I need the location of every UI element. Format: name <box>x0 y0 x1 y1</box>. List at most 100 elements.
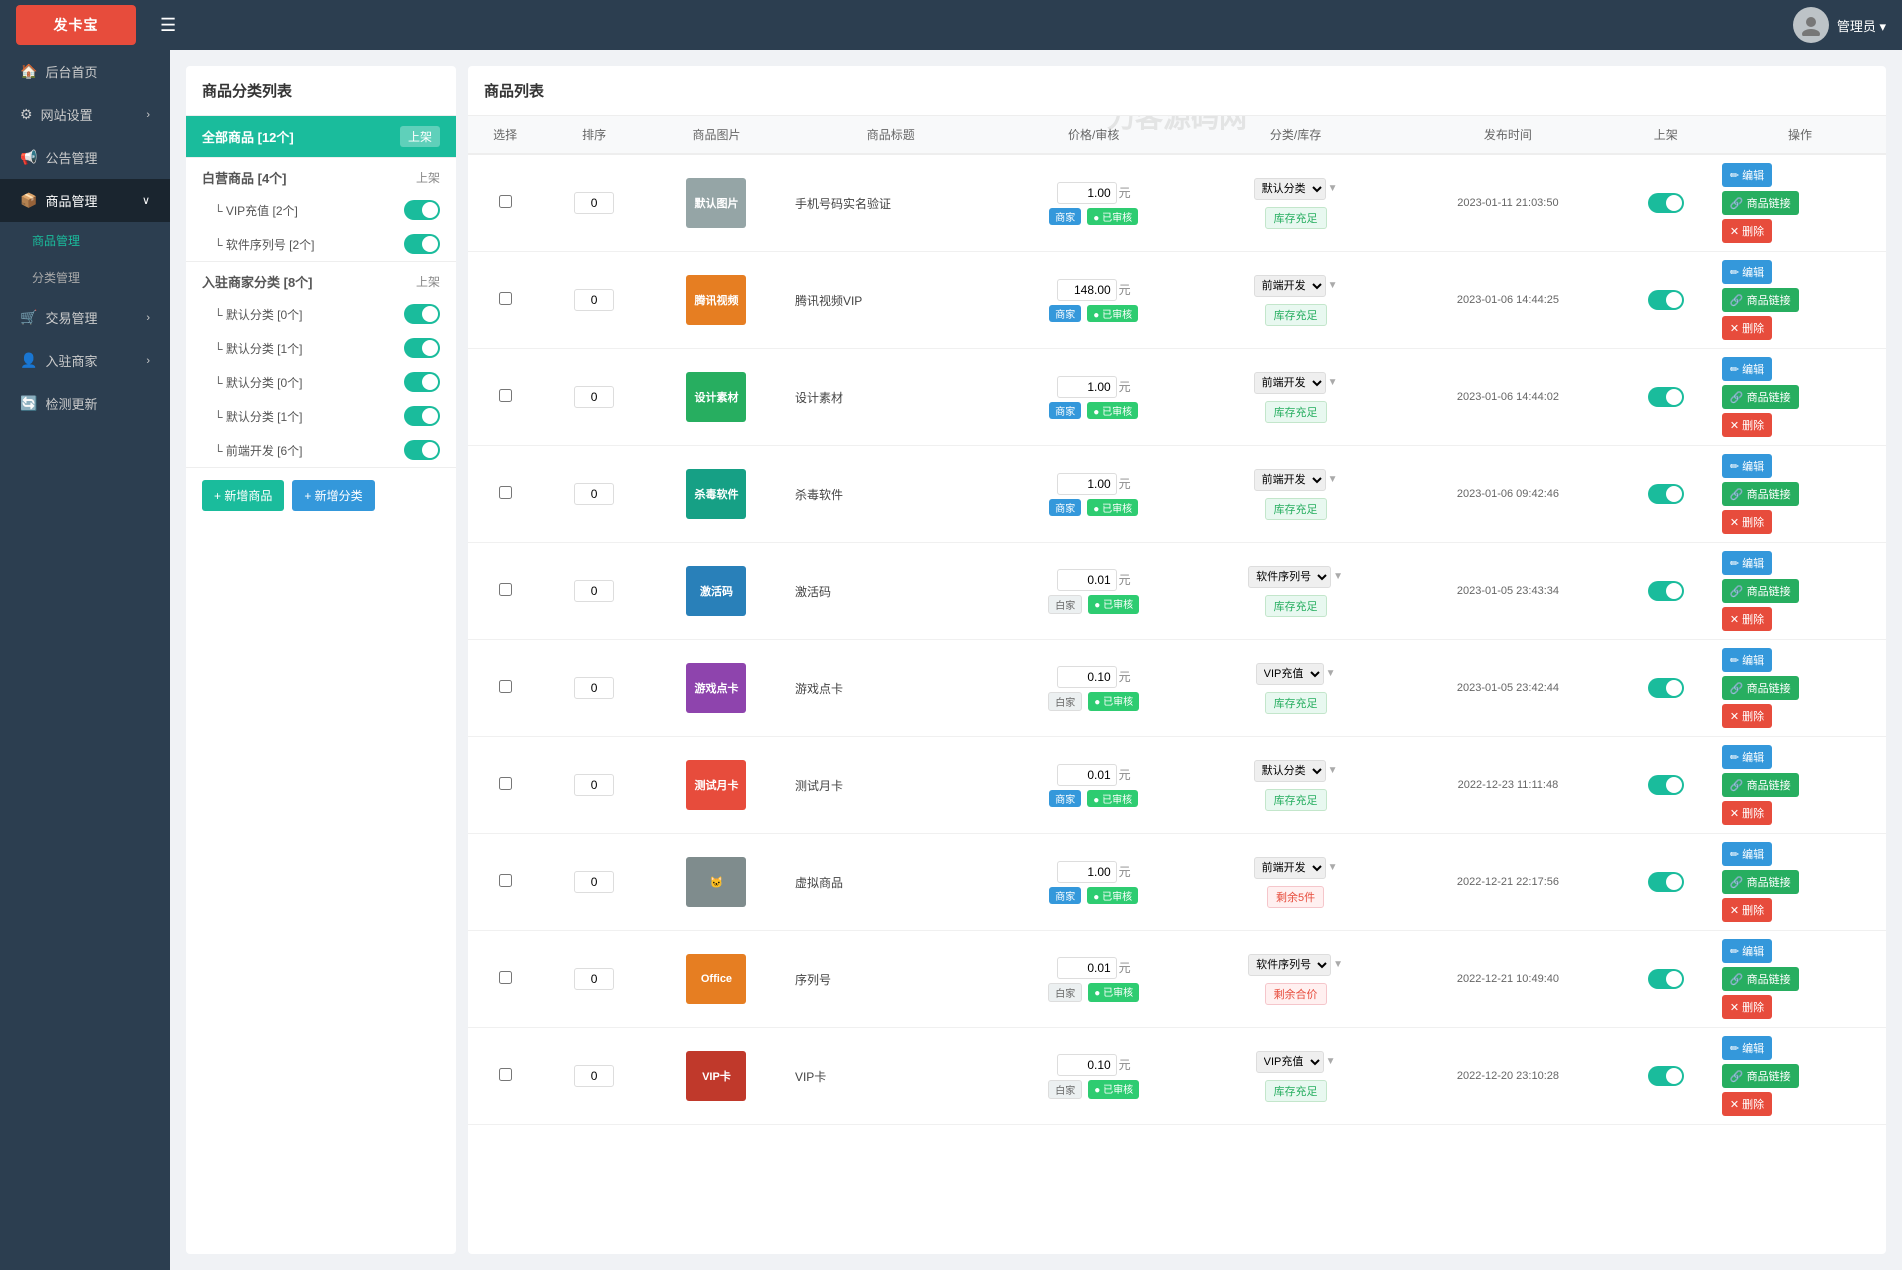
cat-select-8[interactable]: 软件序列号 <box>1248 954 1331 976</box>
price-input-4[interactable] <box>1057 569 1117 591</box>
cat-sub-default-1[interactable]: └ 默认分类 [1个] <box>186 331 456 365</box>
cat-sub-default-0[interactable]: └ 默认分类 [0个] <box>186 297 456 331</box>
toggle-serial[interactable] <box>404 234 440 254</box>
link-button-8[interactable]: 🔗 商品链接 <box>1722 967 1799 991</box>
edit-button-5[interactable]: ✏ 编辑 <box>1722 648 1772 672</box>
rank-input[interactable] <box>574 871 614 893</box>
rank-input[interactable] <box>574 774 614 796</box>
delete-button-0[interactable]: ✕ 删除 <box>1722 219 1772 243</box>
row-checkbox[interactable] <box>499 777 512 790</box>
toggle-default3[interactable] <box>404 406 440 426</box>
delete-button-3[interactable]: ✕ 删除 <box>1722 510 1772 534</box>
price-input-0[interactable] <box>1057 182 1117 204</box>
rank-input[interactable] <box>574 580 614 602</box>
sidebar-sub-category-manage[interactable]: 分类管理 <box>0 259 170 296</box>
link-button-3[interactable]: 🔗 商品链接 <box>1722 482 1799 506</box>
delete-button-1[interactable]: ✕ 删除 <box>1722 316 1772 340</box>
link-button-7[interactable]: 🔗 商品链接 <box>1722 870 1799 894</box>
cat-select-2[interactable]: 前端开发 <box>1254 372 1326 394</box>
row-checkbox[interactable] <box>499 971 512 984</box>
cat-select-9[interactable]: VIP充值 <box>1256 1051 1324 1073</box>
rank-input[interactable] <box>574 968 614 990</box>
row-checkbox[interactable] <box>499 874 512 887</box>
row-checkbox[interactable] <box>499 583 512 596</box>
row-checkbox[interactable] <box>499 680 512 693</box>
edit-button-1[interactable]: ✏ 编辑 <box>1722 260 1772 284</box>
row-checkbox[interactable] <box>499 389 512 402</box>
edit-button-0[interactable]: ✏ 编辑 <box>1722 163 1772 187</box>
link-button-1[interactable]: 🔗 商品链接 <box>1722 288 1799 312</box>
link-button-4[interactable]: 🔗 商品链接 <box>1722 579 1799 603</box>
toggle-active-7[interactable] <box>1648 872 1684 892</box>
toggle-active-1[interactable] <box>1648 290 1684 310</box>
link-button-6[interactable]: 🔗 商品链接 <box>1722 773 1799 797</box>
sidebar-item-product-mgmt[interactable]: 📦 商品管理 ∨ <box>0 179 170 222</box>
row-checkbox[interactable] <box>499 195 512 208</box>
cat-select-5[interactable]: VIP充值 <box>1256 663 1324 685</box>
cat-select-7[interactable]: 前端开发 <box>1254 857 1326 879</box>
price-input-2[interactable] <box>1057 376 1117 398</box>
cat-select-4[interactable]: 软件序列号 <box>1248 566 1331 588</box>
cat-select-6[interactable]: 默认分类 <box>1254 760 1326 782</box>
link-button-9[interactable]: 🔗 商品链接 <box>1722 1064 1799 1088</box>
cat-select-3[interactable]: 前端开发 <box>1254 469 1326 491</box>
price-input-8[interactable] <box>1057 957 1117 979</box>
sidebar-item-transaction[interactable]: 🛒 交易管理 › <box>0 296 170 339</box>
link-button-0[interactable]: 🔗 商品链接 <box>1722 191 1799 215</box>
rank-input[interactable] <box>574 289 614 311</box>
link-button-5[interactable]: 🔗 商品链接 <box>1722 676 1799 700</box>
admin-name[interactable]: 管理员 ▾ <box>1837 16 1886 35</box>
sidebar-item-settings[interactable]: ⚙ 网站设置 › <box>0 93 170 136</box>
toggle-active-8[interactable] <box>1648 969 1684 989</box>
link-button-2[interactable]: 🔗 商品链接 <box>1722 385 1799 409</box>
cat-select-1[interactable]: 前端开发 <box>1254 275 1326 297</box>
toggle-active-9[interactable] <box>1648 1066 1684 1086</box>
toggle-default2[interactable] <box>404 372 440 392</box>
cat-sub-default-2[interactable]: └ 默认分类 [0个] <box>186 365 456 399</box>
rank-input[interactable] <box>574 677 614 699</box>
delete-button-2[interactable]: ✕ 删除 <box>1722 413 1772 437</box>
row-checkbox[interactable] <box>499 292 512 305</box>
add-category-button[interactable]: + 新增分类 <box>292 480 374 511</box>
row-checkbox[interactable] <box>499 1068 512 1081</box>
hamburger-icon[interactable]: ☰ <box>152 11 184 40</box>
rank-input[interactable] <box>574 1065 614 1087</box>
price-input-9[interactable] <box>1057 1054 1117 1076</box>
edit-button-7[interactable]: ✏ 编辑 <box>1722 842 1772 866</box>
cat-item-all[interactable]: 全部商品 [12个] 上架 <box>186 116 456 157</box>
edit-button-6[interactable]: ✏ 编辑 <box>1722 745 1772 769</box>
price-input-3[interactable] <box>1057 473 1117 495</box>
rank-input[interactable] <box>574 192 614 214</box>
delete-button-8[interactable]: ✕ 删除 <box>1722 995 1772 1019</box>
sidebar-item-announcement[interactable]: 📢 公告管理 <box>0 136 170 179</box>
toggle-default0[interactable] <box>404 304 440 324</box>
toggle-frontend[interactable] <box>404 440 440 460</box>
cat-sub-vip[interactable]: └ VIP充值 [2个] <box>186 193 456 227</box>
toggle-active-0[interactable] <box>1648 193 1684 213</box>
sidebar-sub-product-manage[interactable]: 商品管理 <box>0 222 170 259</box>
toggle-active-3[interactable] <box>1648 484 1684 504</box>
delete-button-5[interactable]: ✕ 删除 <box>1722 704 1772 728</box>
row-checkbox[interactable] <box>499 486 512 499</box>
toggle-active-5[interactable] <box>1648 678 1684 698</box>
edit-button-9[interactable]: ✏ 编辑 <box>1722 1036 1772 1060</box>
delete-button-7[interactable]: ✕ 删除 <box>1722 898 1772 922</box>
edit-button-4[interactable]: ✏ 编辑 <box>1722 551 1772 575</box>
sidebar-item-merchant[interactable]: 👤 入驻商家 › <box>0 339 170 382</box>
rank-input[interactable] <box>574 386 614 408</box>
cat-sub-serial[interactable]: └ 软件序列号 [2个] <box>186 227 456 261</box>
edit-button-8[interactable]: ✏ 编辑 <box>1722 939 1772 963</box>
delete-button-6[interactable]: ✕ 删除 <box>1722 801 1772 825</box>
toggle-vip[interactable] <box>404 200 440 220</box>
delete-button-9[interactable]: ✕ 删除 <box>1722 1092 1772 1116</box>
toggle-active-6[interactable] <box>1648 775 1684 795</box>
price-input-7[interactable] <box>1057 861 1117 883</box>
cat-sub-default-3[interactable]: └ 默认分类 [1个] <box>186 399 456 433</box>
cat-select-0[interactable]: 默认分类 <box>1254 178 1326 200</box>
cat-sub-frontend[interactable]: └ 前端开发 [6个] <box>186 433 456 467</box>
price-input-1[interactable] <box>1057 279 1117 301</box>
toggle-active-4[interactable] <box>1648 581 1684 601</box>
rank-input[interactable] <box>574 483 614 505</box>
edit-button-2[interactable]: ✏ 编辑 <box>1722 357 1772 381</box>
delete-button-4[interactable]: ✕ 删除 <box>1722 607 1772 631</box>
